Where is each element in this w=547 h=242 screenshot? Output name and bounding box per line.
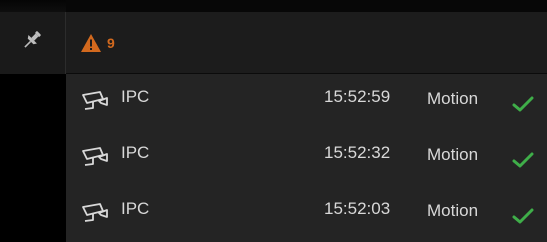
check-icon	[512, 208, 534, 224]
camera-icon	[82, 203, 108, 222]
event-type: Motion	[427, 89, 479, 108]
event-list: IPC 15:52:59 Motion IPC 15:52:32 Motion	[66, 74, 547, 242]
pin-icon	[24, 31, 41, 48]
camera-icon	[82, 91, 108, 110]
alert-header: 9	[66, 12, 547, 74]
check-icon	[512, 152, 534, 168]
event-type: Motion	[427, 201, 479, 220]
alert-counter[interactable]: 9	[80, 31, 115, 55]
event-row[interactable]: IPC 15:52:03 Motion	[66, 186, 547, 242]
alert-count: 9	[107, 35, 115, 51]
event-time: 15:52:03	[324, 199, 391, 218]
event-source: IPC	[121, 87, 150, 106]
pin-button[interactable]	[0, 12, 66, 74]
event-source: IPC	[121, 199, 150, 218]
warning-triangle-icon	[81, 34, 101, 52]
top-strip	[0, 0, 547, 12]
check-icon	[512, 96, 534, 112]
event-row[interactable]: IPC 15:52:32 Motion	[66, 130, 547, 186]
event-type: Motion	[427, 145, 479, 164]
camera-icon	[82, 147, 108, 166]
event-source: IPC	[121, 143, 150, 162]
top-strip-bar	[66, 0, 547, 12]
event-time: 15:52:59	[324, 87, 391, 106]
event-row[interactable]: IPC 15:52:59 Motion	[66, 74, 547, 130]
event-time: 15:52:32	[324, 143, 391, 162]
